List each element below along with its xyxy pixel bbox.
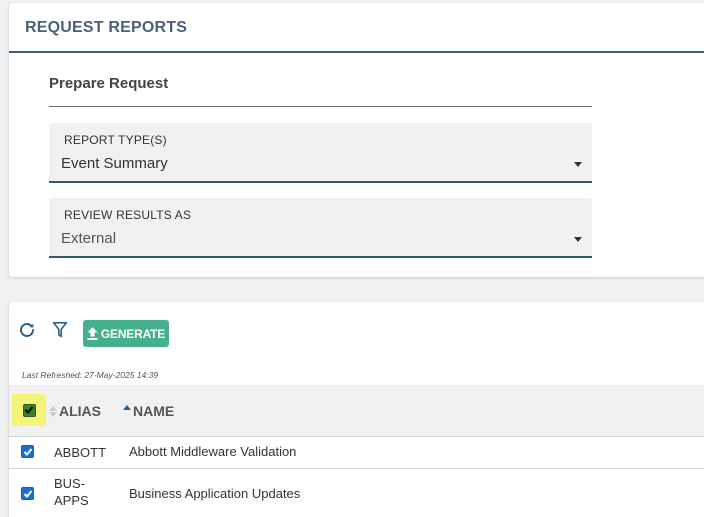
last-refreshed-text: Last Refreshed: 27-May-2025 14:39 [22,370,159,380]
cell-name: Abbott Middleware Validation [129,444,297,459]
section-title: Prepare Request [49,75,169,92]
column-header-alias[interactable]: ALIAS [49,403,101,419]
request-reports-card: REQUEST REPORTS Prepare Request REPORT T… [9,3,704,277]
review-results-value: External [61,230,117,247]
table-row[interactable]: ABBOTT Abbott Middleware Validation [9,437,704,469]
report-type-label: REPORT TYPE(S) [64,133,167,147]
sort-ascending-icon [123,404,131,410]
report-list-card: GENERATE Last Refreshed: 27-May-2025 14:… [9,302,704,517]
select-all-checkbox[interactable] [22,403,36,417]
column-label-name: NAME [133,403,175,419]
report-type-select[interactable]: REPORT TYPE(S) Event Summary [49,123,592,183]
review-results-label: REVIEW RESULTS AS [64,208,192,222]
row-checkbox[interactable] [21,445,34,458]
generate-label: GENERATE [100,326,166,341]
review-results-select[interactable]: REVIEW RESULTS AS External [49,198,592,258]
upload-icon [87,327,98,340]
refresh-icon[interactable] [16,319,38,341]
caret-down-icon [574,162,582,167]
cell-alias: BUS-APPS [54,476,89,508]
generate-button[interactable]: GENERATE [83,320,169,347]
select-all-highlight [12,394,46,426]
report-type-value: Event Summary [61,155,168,172]
caret-down-icon [574,237,582,242]
cell-name: Business Application Updates [129,486,301,501]
cell-alias: ABBOTT [54,445,107,460]
column-label-alias: ALIAS [59,403,101,419]
filter-icon[interactable] [49,319,71,341]
section-divider [49,106,592,107]
table-header: ALIAS NAME [9,385,704,437]
table-row[interactable]: BUS-APPS Business Application Updates [9,469,704,517]
row-checkbox[interactable] [21,487,34,500]
page-title: REQUEST REPORTS [25,19,188,36]
column-header-name[interactable]: NAME [123,403,174,419]
card-header: REQUEST REPORTS [9,3,704,53]
sort-icon [49,405,57,417]
